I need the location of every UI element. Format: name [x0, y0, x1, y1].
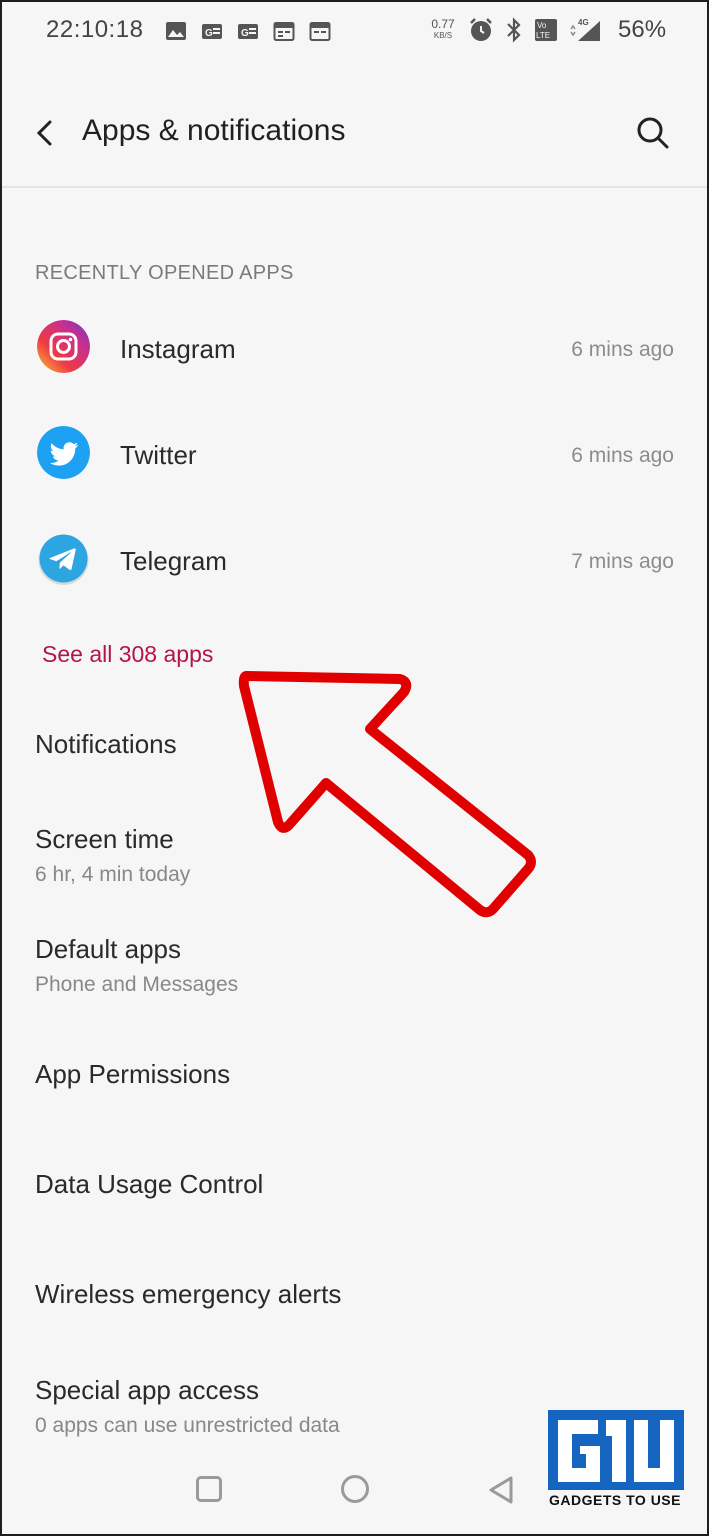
- svg-text:Vo: Vo: [537, 21, 547, 30]
- app-bar: Apps & notifications: [0, 66, 709, 188]
- app-last-opened: 6 mins ago: [571, 444, 674, 467]
- svg-text:G: G: [241, 28, 249, 39]
- svg-text:G: G: [205, 28, 213, 39]
- app-name: Telegram: [120, 546, 227, 576]
- net-speed-value: 0.77: [431, 17, 455, 31]
- menu-title: Data Usage Control: [35, 1169, 264, 1199]
- recent-app-twitter[interactable]: Twitter 6 mins ago: [0, 402, 709, 502]
- signal-4g-icon: 4G: [570, 18, 600, 41]
- nav-back-icon[interactable]: [486, 1474, 516, 1506]
- svg-text:4G: 4G: [578, 18, 589, 27]
- search-icon[interactable]: [634, 114, 672, 152]
- menu-wireless-emergency-alerts[interactable]: Wireless emergency alerts: [35, 1279, 341, 1310]
- page-title: Apps & notifications: [82, 114, 346, 147]
- volte-icon: VoLTE: [535, 19, 557, 41]
- home-button[interactable]: [341, 1475, 369, 1503]
- google-news-icon: G: [202, 24, 222, 39]
- gadgets-to-use-logo: [548, 1410, 684, 1490]
- menu-subtitle: 6 hr, 4 min today: [35, 863, 191, 886]
- menu-notifications[interactable]: Notifications: [35, 729, 177, 760]
- menu-subtitle: Phone and Messages: [35, 973, 239, 996]
- net-speed-unit: KB/S: [433, 31, 453, 40]
- menu-title: App Permissions: [35, 1059, 231, 1089]
- menu-app-permissions[interactable]: App Permissions: [35, 1059, 230, 1090]
- google-news-icon: G: [238, 24, 258, 39]
- gadgets-to-use-watermark: GADGETS TO USE: [540, 1408, 690, 1512]
- svg-text:LTE: LTE: [536, 31, 550, 40]
- recents-button[interactable]: [196, 1476, 222, 1502]
- net-speed: 0.77 KB/S: [428, 17, 458, 41]
- menu-title: Notifications: [35, 729, 177, 759]
- back-arrow-icon[interactable]: [30, 116, 60, 150]
- calendar-icon: [309, 22, 331, 41]
- menu-title: Special app access: [35, 1375, 260, 1405]
- alarm-icon: [470, 18, 492, 41]
- menu-title: Default apps: [35, 934, 181, 964]
- section-header-recent-apps: RECENTLY OPENED APPS: [35, 262, 294, 284]
- status-time: 22:10:18: [46, 16, 144, 43]
- menu-special-app-access[interactable]: Special app access 0 apps can use unrest…: [35, 1375, 340, 1438]
- notification-icons: G G: [165, 20, 331, 42]
- app-last-opened: 7 mins ago: [571, 550, 674, 573]
- menu-title: Wireless emergency alerts: [35, 1279, 342, 1309]
- menu-data-usage-control[interactable]: Data Usage Control: [35, 1169, 263, 1200]
- app-name: Instagram: [120, 334, 236, 364]
- image-icon: [166, 22, 186, 40]
- system-icons: 0.77 KB/S Vo LTE 4G 56%: [428, 16, 666, 44]
- menu-default-apps[interactable]: Default apps Phone and Messages: [35, 934, 238, 997]
- bluetooth-icon: [507, 17, 521, 43]
- menu-screen-time[interactable]: Screen time 6 hr, 4 min today: [35, 824, 190, 887]
- app-last-opened: 6 mins ago: [571, 338, 674, 361]
- battery-percent: 56%: [618, 16, 667, 43]
- menu-title: Screen time: [35, 824, 174, 854]
- calendar-icon: [273, 22, 295, 41]
- status-bar: 22:10:18 G G 0.77 KB/S Vo LTE 4G 56%: [0, 0, 709, 66]
- menu-subtitle: 0 apps can use unrestricted data: [35, 1414, 340, 1437]
- instagram-icon: [37, 320, 90, 373]
- watermark-text: GADGETS TO USE: [549, 1492, 681, 1508]
- recent-app-instagram[interactable]: Instagram 6 mins ago: [0, 296, 709, 396]
- twitter-icon: [37, 426, 90, 479]
- telegram-icon: [38, 534, 89, 585]
- recent-app-telegram[interactable]: Telegram 7 mins ago: [0, 508, 709, 608]
- see-all-apps-link[interactable]: See all 308 apps: [42, 641, 213, 668]
- app-name: Twitter: [120, 440, 197, 470]
